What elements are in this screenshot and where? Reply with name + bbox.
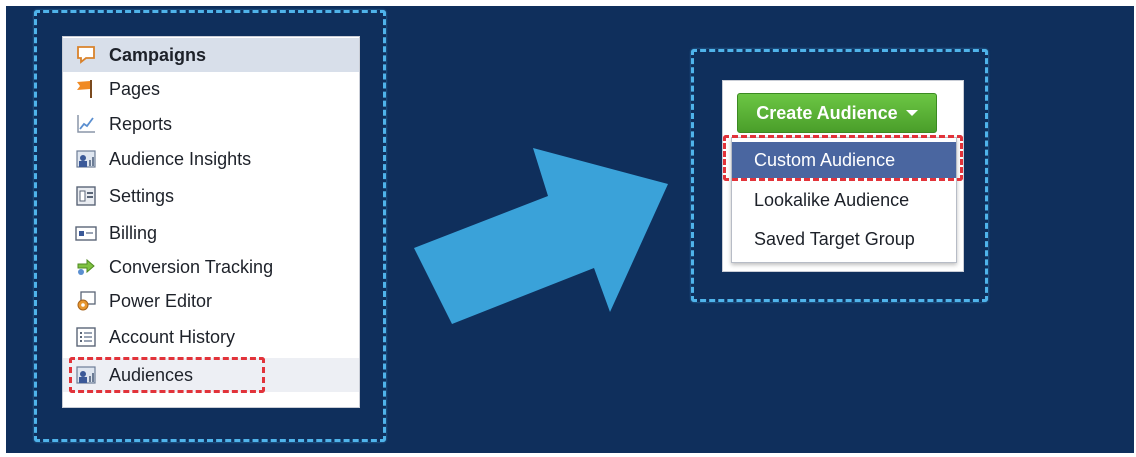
menu-item-label: Reports	[109, 113, 173, 134]
create-audience-button[interactable]: Create Audience	[737, 93, 937, 133]
menu-item-label: Account History	[109, 326, 236, 347]
menu-item-conversion-tracking[interactable]: Conversion Tracking	[63, 250, 359, 284]
create-audience-button-label: Create Audience	[756, 102, 898, 123]
dropdown-item-label: Saved Target Group	[754, 228, 915, 249]
caret-down-icon	[905, 110, 918, 116]
menu-item-label: Settings	[109, 185, 175, 206]
tutorial-graphic: Campaigns Pages Reports Audience Insight…	[6, 6, 1134, 453]
menu-item-power-editor[interactable]: Power Editor	[63, 284, 359, 318]
menu-item-label: Billing	[109, 222, 158, 243]
menu-item-reports[interactable]: Reports	[63, 107, 359, 141]
audiences-highlight-box	[69, 357, 265, 393]
menu-item-pages[interactable]: Pages	[63, 72, 359, 106]
create-audience-panel: Create Audience Custom Audience Lookalik…	[722, 80, 964, 272]
billing-card-icon	[75, 222, 97, 244]
menu-item-label: Campaigns	[109, 44, 207, 65]
menu-item-label: Conversion Tracking	[109, 256, 274, 277]
menu-item-label: Audience Insights	[109, 148, 252, 169]
pages-flag-icon	[75, 78, 97, 100]
audience-insights-icon	[75, 148, 97, 170]
menu-item-account-history[interactable]: Account History	[63, 320, 359, 354]
ads-manager-menu: Campaigns Pages Reports Audience Insight…	[62, 36, 360, 408]
campaigns-icon	[75, 44, 97, 66]
menu-item-settings[interactable]: Settings	[63, 179, 359, 213]
menu-item-audience-insights[interactable]: Audience Insights	[63, 142, 359, 176]
reports-chart-icon	[75, 113, 97, 135]
account-history-icon	[75, 326, 97, 348]
menu-item-label: Pages	[109, 78, 161, 99]
dropdown-item-saved-target-group[interactable]: Saved Target Group	[732, 221, 956, 257]
dropdown-item-lookalike-audience[interactable]: Lookalike Audience	[732, 182, 956, 218]
menu-item-billing[interactable]: Billing	[63, 216, 359, 250]
settings-icon	[75, 185, 97, 207]
dropdown-item-label: Lookalike Audience	[754, 189, 910, 210]
conversion-tracking-icon	[75, 256, 97, 278]
right-arrow-icon	[414, 148, 668, 324]
menu-item-campaigns[interactable]: Campaigns	[63, 38, 359, 72]
power-editor-icon	[75, 290, 97, 312]
custom-audience-highlight-box	[723, 135, 963, 181]
menu-item-label: Power Editor	[109, 290, 213, 311]
